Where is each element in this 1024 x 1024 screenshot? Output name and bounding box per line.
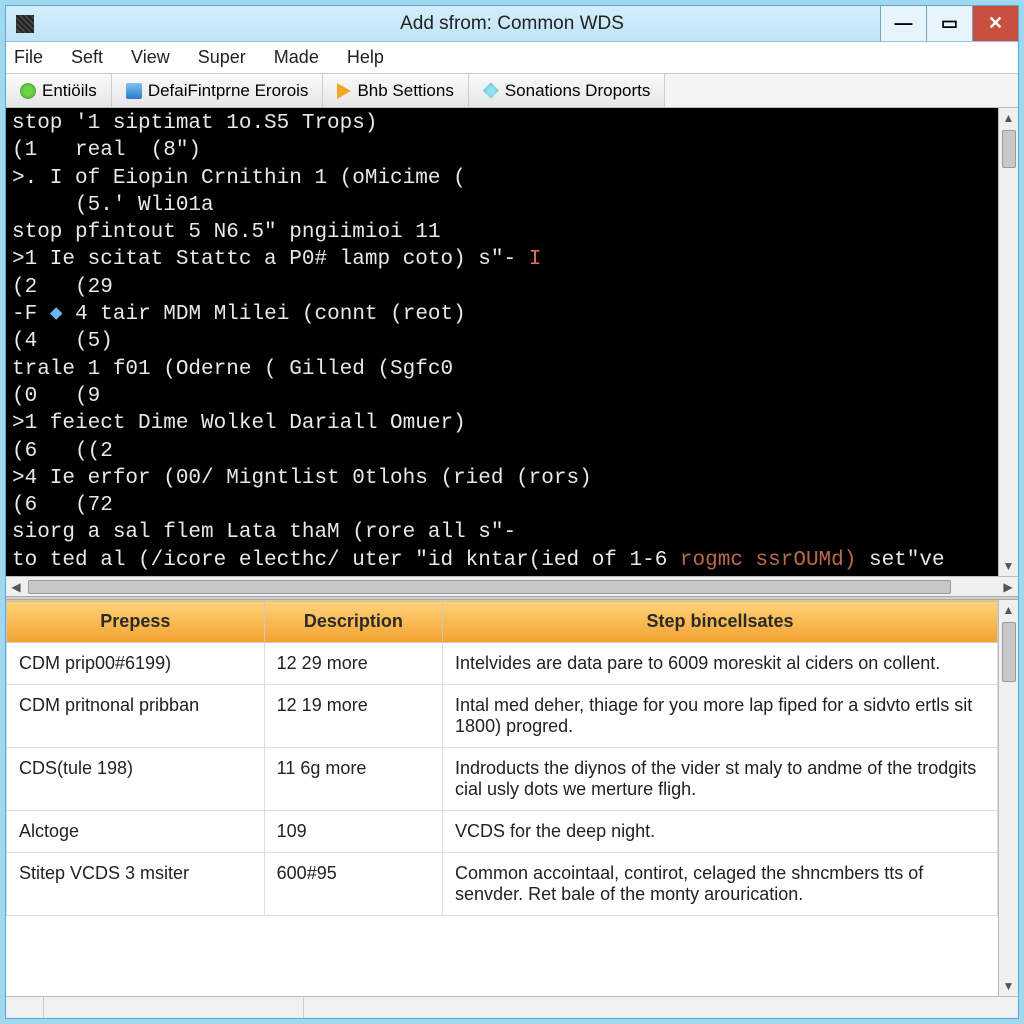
data-table: Prepess Description Step bincellsates CD… (6, 600, 998, 916)
tab-label: Sonations Droports (505, 81, 651, 101)
menu-made[interactable]: Made (274, 47, 319, 68)
scroll-up-icon[interactable]: ▲ (999, 600, 1018, 620)
tab-label: Entiöils (42, 81, 97, 101)
console-line: >1 Ie scitat Stattc a P0# lamp coto) s"- (12, 248, 529, 271)
disc-icon (20, 83, 36, 99)
tab-errors[interactable]: DefaiFintprne Erorois (112, 74, 324, 107)
cell-step: Common accointaal, contirot, celaged the… (443, 853, 998, 916)
cell-prepess: Alctoge (7, 811, 265, 853)
scroll-right-icon[interactable]: ▶ (998, 580, 1018, 594)
menu-bar: File Seft View Super Made Help (6, 42, 1018, 74)
col-step[interactable]: Step bincellsates (443, 601, 998, 643)
diamond-icon: ◆ (50, 303, 63, 326)
cell-prepess: CDM pritnonal pribban (7, 685, 265, 748)
table-header-row: Prepess Description Step bincellsates (7, 601, 998, 643)
status-bar (6, 996, 1018, 1018)
status-cell (6, 997, 44, 1018)
title-bar[interactable]: Add sfrom: Common WDS — ▭ ✕ (6, 6, 1018, 42)
table-pane: Prepess Description Step bincellsates CD… (6, 600, 1018, 996)
console-line: 4 tair MDM Mlilei (connt (reot) (62, 303, 465, 326)
console-vscrollbar[interactable]: ▲ ▼ (998, 108, 1018, 576)
app-icon (16, 15, 34, 33)
console-line: (2 (29 (12, 276, 113, 299)
table-row[interactable]: CDM prip00#6199) 12 29 more Intelvides a… (7, 643, 998, 685)
cell-description: 600#95 (264, 853, 442, 916)
menu-super[interactable]: Super (198, 47, 246, 68)
scroll-left-icon[interactable]: ◀ (6, 580, 26, 594)
console-line: trale 1 f01 (Oderne ( Gilled (Sgfc0 (12, 358, 453, 381)
window-buttons: — ▭ ✕ (880, 6, 1018, 41)
cell-step: Indroducts the diynos of the vider st ma… (443, 748, 998, 811)
cell-description: 11 6g more (264, 748, 442, 811)
col-prepess[interactable]: Prepess (7, 601, 265, 643)
cell-description: 12 19 more (264, 685, 442, 748)
tab-entiols[interactable]: Entiöils (6, 74, 112, 107)
minimize-button[interactable]: — (880, 6, 926, 41)
scroll-thumb[interactable] (1002, 130, 1016, 168)
cell-prepess: CDM prip00#6199) (7, 643, 265, 685)
tab-reports[interactable]: Sonations Droports (469, 74, 666, 107)
table-row[interactable]: Stitep VCDS 3 msiter 600#95 Common accoi… (7, 853, 998, 916)
console-line: (0 (9 (12, 385, 100, 408)
app-window: Add sfrom: Common WDS — ▭ ✕ File Seft Vi… (5, 5, 1019, 1019)
menu-seft[interactable]: Seft (71, 47, 103, 68)
menu-file[interactable]: File (14, 47, 43, 68)
cell-step: Intelvides are data pare to 6009 moreski… (443, 643, 998, 685)
console-line: (4 (5) (12, 330, 113, 353)
console-line: (6 (72 (12, 494, 113, 517)
console-line: (1 real (8") (12, 139, 201, 162)
console-output[interactable]: stop '1 siptimat 1o.S5 Trops) (1 real (8… (6, 108, 998, 576)
scroll-up-icon[interactable]: ▲ (999, 108, 1018, 128)
cell-step: Intal med deher, thiage for you more lap… (443, 685, 998, 748)
cell-step: VCDS for the deep night. (443, 811, 998, 853)
cell-description: 12 29 more (264, 643, 442, 685)
menu-help[interactable]: Help (347, 47, 384, 68)
menu-view[interactable]: View (131, 47, 170, 68)
page-icon (126, 83, 142, 99)
console-line: >. I of Eiopin Crnithin 1 (oMicime ( (12, 167, 466, 190)
console-line: to ted al (/icore electhc/ uter "id knta… (12, 549, 680, 572)
cell-prepess: Stitep VCDS 3 msiter (7, 853, 265, 916)
console-line: (5.' Wli01a (12, 194, 214, 217)
play-icon (337, 83, 351, 99)
scroll-thumb[interactable] (28, 580, 951, 594)
console-line: (6 ((2 (12, 440, 113, 463)
console-line: >4 Ie erfor (00/ Migntlist 0tlohs (ried … (12, 467, 592, 490)
console-error-marker: I (529, 248, 542, 271)
diamond-icon (483, 83, 499, 99)
tab-label: Bhb Settions (357, 81, 453, 101)
close-button[interactable]: ✕ (972, 6, 1018, 41)
console-line: siorg a sal flem Lata thaM (rore all s"- (12, 521, 516, 544)
table-row[interactable]: CDS(tule 198) 11 6g more Indroducts the … (7, 748, 998, 811)
cell-prepess: CDS(tule 198) (7, 748, 265, 811)
console-line: set"ve (856, 549, 944, 572)
scroll-down-icon[interactable]: ▼ (999, 976, 1018, 996)
table-vscrollbar[interactable]: ▲ ▼ (998, 600, 1018, 996)
window-title: Add sfrom: Common WDS (6, 13, 1018, 35)
col-description[interactable]: Description (264, 601, 442, 643)
cell-description: 109 (264, 811, 442, 853)
table-row[interactable]: Alctoge 109 VCDS for the deep night. (7, 811, 998, 853)
tab-label: DefaiFintprne Erorois (148, 81, 309, 101)
scroll-down-icon[interactable]: ▼ (999, 556, 1018, 576)
scroll-thumb[interactable] (1002, 622, 1016, 682)
table-scroll: Prepess Description Step bincellsates CD… (6, 600, 998, 996)
console-line: stop pfintout 5 N6.5" pngiimioi 11 (12, 221, 440, 244)
maximize-button[interactable]: ▭ (926, 6, 972, 41)
scroll-track[interactable] (26, 577, 998, 596)
table-row[interactable]: CDM pritnonal pribban 12 19 more Intal m… (7, 685, 998, 748)
status-cell (44, 997, 304, 1018)
console-line: >1 feiect Dime Wolkel Dariall Omuer) (12, 412, 466, 435)
console-line: stop '1 siptimat 1o.S5 Trops) (12, 112, 377, 135)
console-hscrollbar[interactable]: ◀ ▶ (6, 576, 1018, 596)
tab-settings[interactable]: Bhb Settions (323, 74, 468, 107)
tab-bar: Entiöils DefaiFintprne Erorois Bhb Setti… (6, 74, 1018, 108)
console-pane: stop '1 siptimat 1o.S5 Trops) (1 real (8… (6, 108, 1018, 576)
console-line: rogmc ssrOUMd) (680, 549, 856, 572)
console-line: -F (12, 303, 50, 326)
